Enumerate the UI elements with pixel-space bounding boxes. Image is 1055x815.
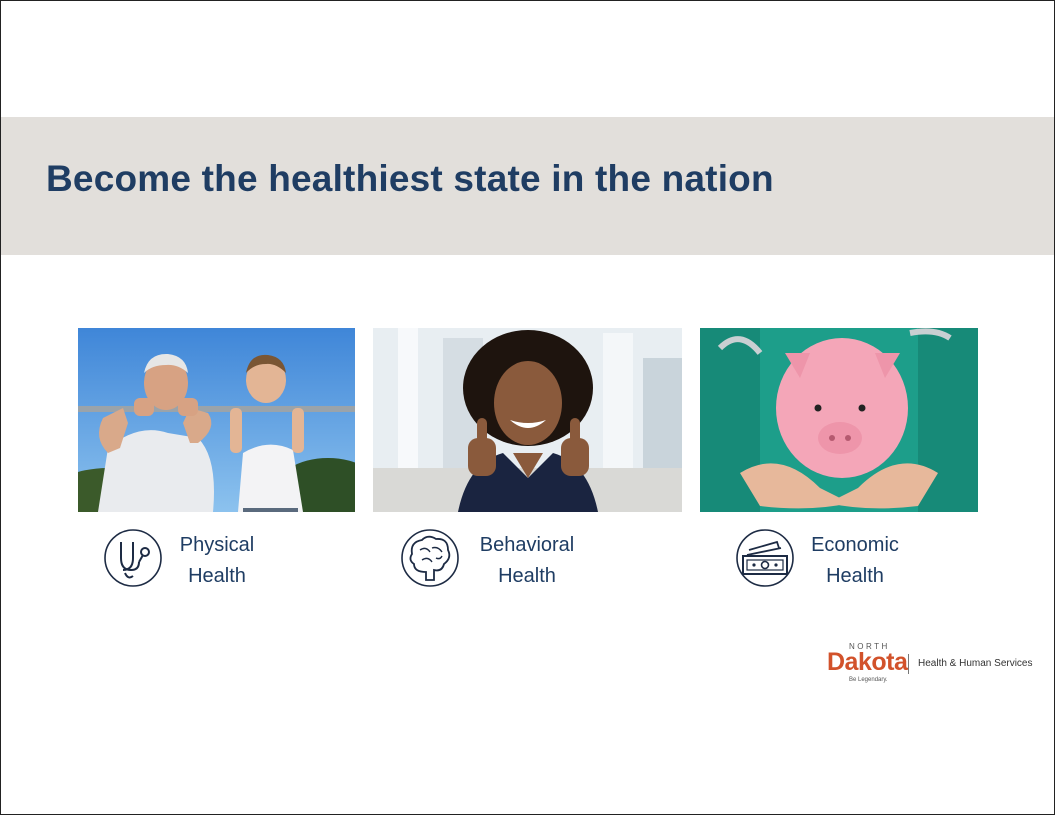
slide: Become the healthiest state in the natio… xyxy=(0,0,1055,815)
piggy-bank-in-hands-photo xyxy=(700,328,978,512)
economic-health-caption: Economic Health xyxy=(735,528,935,592)
nd-hhs-logo: NORTH Dakota Be Legendary. Health & Huma… xyxy=(827,642,1039,688)
brain-icon xyxy=(401,529,459,587)
stethoscope-icon xyxy=(104,529,162,587)
slide-title: Become the healthiest state in the natio… xyxy=(46,158,774,199)
logo-dakota-text: Dakota xyxy=(827,648,908,676)
physical-health-label: Physical Health xyxy=(179,534,255,587)
smiling-woman-thumbs-up-photo xyxy=(373,328,682,512)
behavioral-health-label: Behavioral Health xyxy=(479,534,575,587)
logo-department: Health & Human Services xyxy=(918,658,1033,669)
logo-divider xyxy=(908,654,909,674)
logo-tagline: Be Legendary. xyxy=(849,677,888,683)
physical-health-caption: Physical Health xyxy=(103,528,283,592)
money-icon xyxy=(736,529,794,587)
economic-health-label: Economic Health xyxy=(811,534,899,587)
man-and-boy-pull-ups-photo xyxy=(78,328,355,512)
behavioral-health-caption: Behavioral Health xyxy=(400,528,600,592)
